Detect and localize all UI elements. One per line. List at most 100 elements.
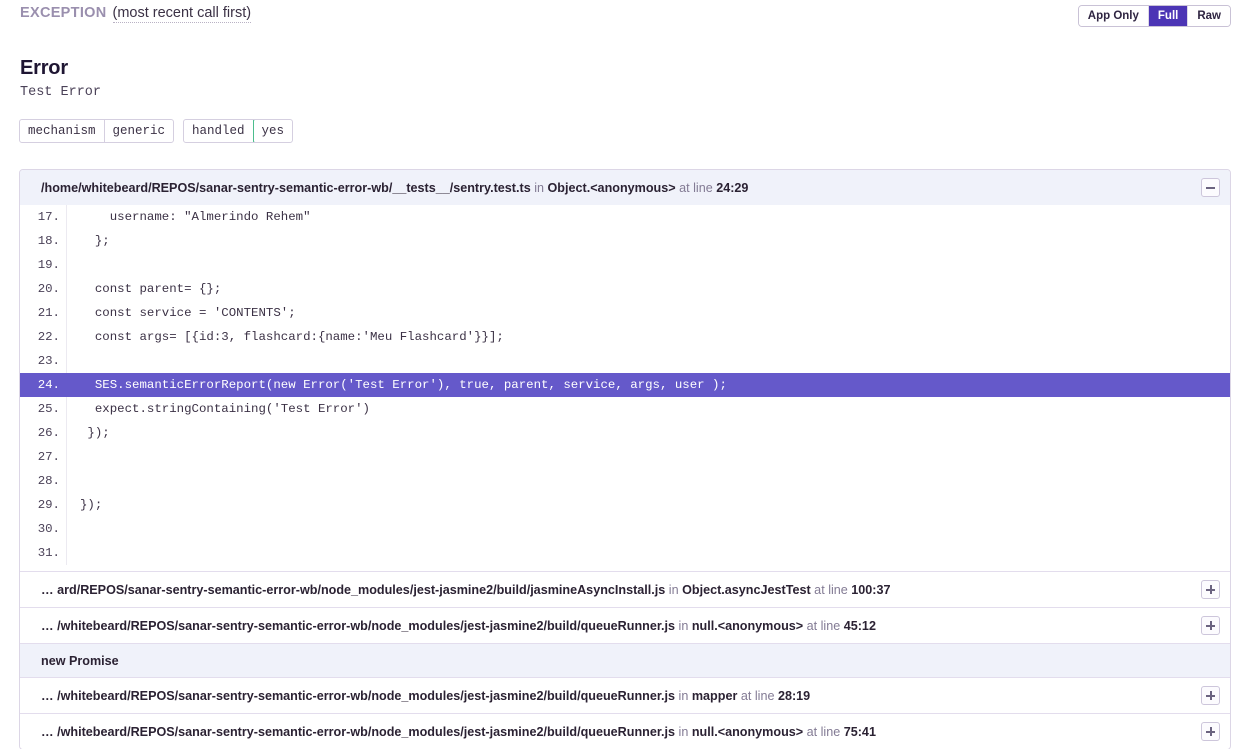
meta-pill-key: mechanism (28, 124, 96, 138)
source-line-number: 29. (20, 493, 67, 517)
meta-pill: mechanism generic (19, 119, 175, 143)
frame-summary: … /whitebeard/REPOS/sanar-sentry-semanti… (41, 725, 876, 739)
frame-summary: … ard/REPOS/sanar-sentry-semantic-error-… (41, 583, 891, 597)
frame-at-line-word: at line (737, 688, 778, 703)
frame-line-number: 28:19 (777, 688, 811, 703)
frame-in-word: in (675, 618, 692, 633)
source-line-number: 28. (20, 469, 67, 493)
frame-file-path: new Promise (41, 653, 119, 668)
meta-pill: handled yes (183, 119, 294, 143)
frame-summary: … /whitebeard/REPOS/sanar-sentry-semanti… (41, 689, 810, 703)
source-line-number: 19. (20, 253, 67, 277)
source-line: 23. (20, 349, 1230, 373)
view-mode-button[interactable]: Full (1148, 6, 1189, 26)
plus-icon[interactable] (1201, 686, 1220, 705)
stacktrace-frame: … /whitebeard/REPOS/sanar-sentry-semanti… (20, 608, 1230, 644)
meta-pill-value: yes (252, 120, 293, 142)
stacktrace-view-mode-group[interactable]: App Only Full Raw (1077, 5, 1231, 27)
stacktrace-frame: new Promise (20, 644, 1230, 678)
error-meta-pills: mechanism generic handled yes (19, 119, 294, 143)
source-line-code: const parent= {}; (80, 282, 222, 296)
source-line-highlighted: 24. SES.semanticErrorReport(new Error('T… (20, 373, 1230, 397)
source-context-padding (20, 565, 1230, 571)
stacktrace-frame-header[interactable]: … /whitebeard/REPOS/sanar-sentry-semanti… (20, 608, 1230, 643)
source-line: 30. (20, 517, 1230, 541)
frame-in-word: in (665, 582, 683, 597)
frame-file-path: … /whitebeard/REPOS/sanar-sentry-semanti… (41, 618, 676, 633)
frame-source-context: 17. username: "Almerindo Rehem" 18. }; 19.… (20, 205, 1230, 571)
exception-order-note[interactable]: (most recent call first) (112, 5, 252, 23)
source-line-number: 18. (20, 229, 67, 253)
frame-function-name: null.<anonymous> (691, 618, 804, 633)
frame-in-word: in (530, 180, 548, 195)
frame-at-line-word: at line (803, 724, 844, 739)
source-line: 21. const service = 'CONTENTS'; (20, 301, 1230, 325)
frame-line-number: 75:41 (843, 724, 876, 739)
stacktrace-frame-header[interactable]: new Promise (20, 644, 1230, 677)
source-line-code: const args= [{id:3, flashcard:{name:'Meu… (80, 330, 504, 344)
source-line: 17. username: "Almerindo Rehem" (20, 205, 1230, 229)
source-line-code: expect.stringContaining('Test Error') (80, 402, 370, 416)
source-line-number: 22. (20, 325, 67, 349)
source-line: 19. (20, 253, 1230, 277)
frame-summary: … /whitebeard/REPOS/sanar-sentry-semanti… (41, 619, 876, 633)
frame-at-line-word: at line (675, 180, 717, 195)
frame-summary: /home/whitebeard/REPOS/sanar-sentry-sema… (41, 181, 748, 195)
source-line: 20. const parent= {}; (20, 277, 1230, 301)
source-line-number: 25. (20, 397, 67, 421)
view-mode-button[interactable]: Raw (1188, 6, 1230, 26)
frame-file-path: … /whitebeard/REPOS/sanar-sentry-semanti… (41, 724, 676, 739)
view-mode-button[interactable]: App Only (1078, 6, 1149, 26)
error-type-heading: Error (20, 57, 68, 79)
frame-line-number: 100:37 (851, 582, 891, 597)
frame-file-path: … /whitebeard/REPOS/sanar-sentry-semanti… (41, 688, 676, 703)
source-line: 29.}); (20, 493, 1230, 517)
source-line-number: 24. (20, 373, 67, 397)
plus-icon[interactable] (1201, 722, 1220, 741)
stacktrace-frame: … ard/REPOS/sanar-sentry-semantic-error-… (20, 572, 1230, 608)
source-line-number: 17. (20, 205, 67, 229)
source-line-number: 20. (20, 277, 67, 301)
plus-icon[interactable] (1201, 580, 1220, 599)
frame-function-name: Object.<anonymous> (547, 180, 676, 195)
plus-icon[interactable] (1201, 616, 1220, 635)
source-line-code: }; (80, 234, 110, 248)
stacktrace-frame-header[interactable]: … /whitebeard/REPOS/sanar-sentry-semanti… (20, 678, 1230, 713)
meta-pill-value: generic (103, 120, 174, 142)
source-line-code: const service = 'CONTENTS'; (80, 306, 296, 320)
frame-file-path: /home/whitebeard/REPOS/sanar-sentry-sema… (41, 180, 531, 195)
source-line: 22. const args= [{id:3, flashcard:{name:… (20, 325, 1230, 349)
stacktrace-frame-header[interactable]: … /whitebeard/REPOS/sanar-sentry-semanti… (20, 714, 1230, 749)
exception-page: EXCEPTION (most recent call first) App O… (0, 0, 1250, 749)
stacktrace-frame-header[interactable]: … ard/REPOS/sanar-sentry-semantic-error-… (20, 572, 1230, 607)
exception-label: EXCEPTION (20, 5, 107, 21)
stacktrace-frame-header[interactable]: /home/whitebeard/REPOS/sanar-sentry-sema… (20, 170, 1230, 205)
frame-line-number: 24:29 (716, 180, 749, 195)
source-line: 25. expect.stringContaining('Test Error'… (20, 397, 1230, 421)
source-line-code: }); (80, 426, 110, 440)
frame-file-path: … ard/REPOS/sanar-sentry-semantic-error-… (41, 582, 666, 597)
error-message: Test Error (20, 85, 102, 100)
source-line: 28. (20, 469, 1230, 493)
source-line-number: 21. (20, 301, 67, 325)
frame-function-name: null.<anonymous> (691, 724, 804, 739)
stacktrace-frame: … /whitebeard/REPOS/sanar-sentry-semanti… (20, 678, 1230, 714)
source-line-code: }); (80, 498, 103, 512)
stacktrace-frame-list: /home/whitebeard/REPOS/sanar-sentry-sema… (19, 169, 1231, 749)
stacktrace-frame: … /whitebeard/REPOS/sanar-sentry-semanti… (20, 714, 1230, 749)
source-line: 27. (20, 445, 1230, 469)
frame-function-name: Object.asyncJestTest (682, 582, 811, 597)
source-line-code: username: "Almerindo Rehem" (80, 210, 311, 224)
frame-at-line-word: at line (803, 618, 844, 633)
frame-function-name: mapper (691, 688, 738, 703)
stacktrace-frame: /home/whitebeard/REPOS/sanar-sentry-sema… (20, 170, 1230, 572)
frame-at-line-word: at line (810, 582, 852, 597)
minus-icon[interactable] (1201, 178, 1220, 197)
source-line-number: 31. (20, 541, 67, 565)
frame-in-word: in (675, 724, 692, 739)
frame-summary: new Promise (41, 654, 119, 668)
source-line: 31. (20, 541, 1230, 565)
source-line-number: 23. (20, 349, 67, 373)
source-line: 18. }; (20, 229, 1230, 253)
exception-section-header: EXCEPTION (most recent call first) (20, 5, 252, 23)
